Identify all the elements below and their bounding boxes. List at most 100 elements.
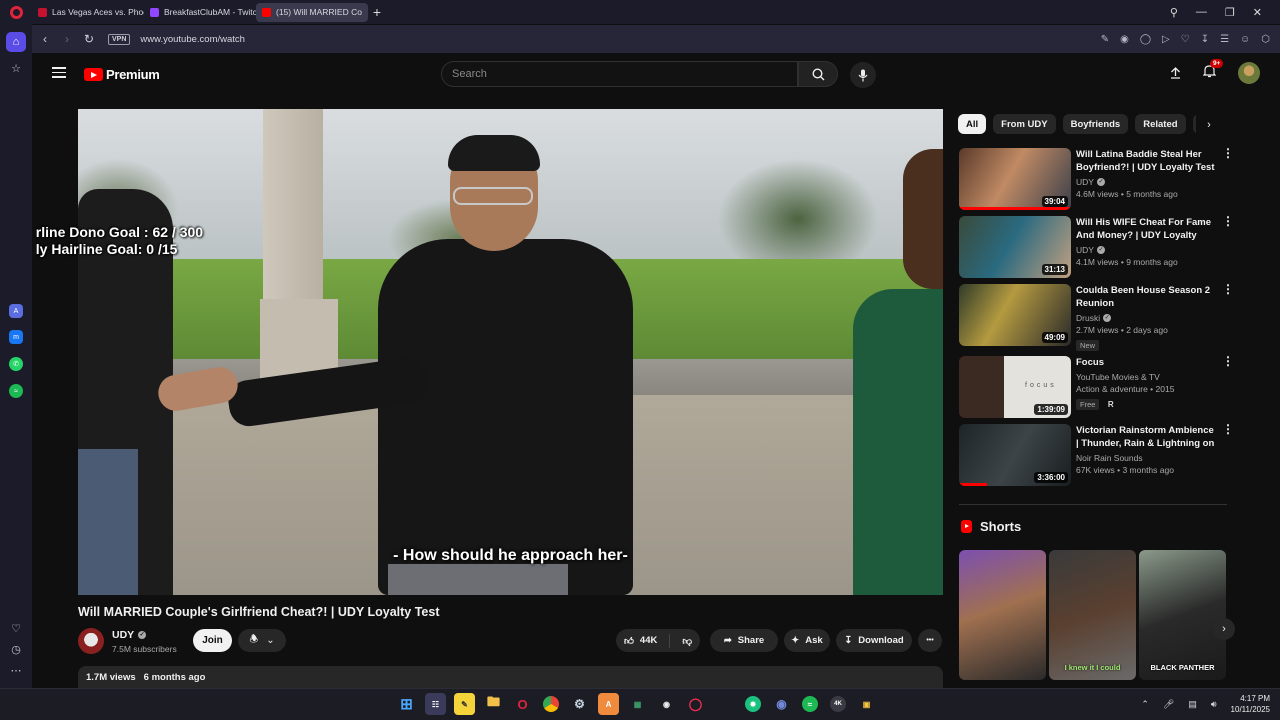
profile-icon[interactable]: ☺	[1240, 34, 1250, 45]
more-vert-icon[interactable]: ⋮	[1222, 283, 1234, 295]
shield-icon[interactable]: ◯	[1140, 34, 1151, 45]
youtube-logo[interactable]: Premium	[84, 67, 160, 82]
chip-all[interactable]: All	[958, 114, 987, 134]
recommendation-item[interactable]: 3:36:00 Victorian Rainstorm Ambience | T…	[959, 423, 1234, 486]
camera-icon[interactable]: ◉	[1120, 34, 1129, 45]
home-icon[interactable]: ⌂	[6, 32, 26, 52]
steam-icon[interactable]: ⚙	[569, 693, 590, 715]
short-item[interactable]: I knew it I could	[1049, 550, 1136, 680]
windows-start-icon[interactable]: ⊞	[396, 693, 417, 715]
forward-icon[interactable]: ›	[56, 28, 78, 50]
minimize-icon[interactable]: —	[1196, 6, 1207, 18]
join-button[interactable]: Join	[193, 629, 232, 652]
spotify-icon[interactable]: ≈	[802, 696, 818, 712]
reload-icon[interactable]: ↻	[78, 28, 100, 50]
video-thumbnail[interactable]: 39:04	[959, 148, 1071, 210]
blank-app-icon[interactable]	[714, 693, 735, 715]
heart-icon[interactable]: ♡	[6, 618, 26, 638]
share-button[interactable]: ➦ Share	[710, 629, 778, 652]
video-thumbnail[interactable]: focus 1:39:09	[959, 356, 1071, 418]
star-icon[interactable]: ☆	[6, 58, 26, 78]
more-vert-icon[interactable]: ⋮	[1222, 215, 1234, 227]
microphone-icon[interactable]: 🎤︎	[1163, 699, 1174, 710]
task-view-icon[interactable]: ☷	[425, 693, 446, 715]
short-item[interactable]	[959, 550, 1046, 680]
tab-twitch[interactable]: BreakfastClubAM - Twitch	[144, 3, 256, 22]
url-field[interactable]: www.youtube.com/watch	[140, 34, 245, 45]
messenger-icon[interactable]: m	[9, 330, 23, 344]
opera-icon[interactable]: O	[512, 693, 533, 715]
recommendation-item[interactable]: 39:04 Will Latina Baddie Steal Her Boyfr…	[959, 147, 1234, 210]
app-icon[interactable]: A	[598, 693, 619, 715]
tab-youtube[interactable]: (15) Will MARRIED Co	[256, 2, 368, 22]
aria-icon[interactable]: A	[9, 304, 23, 318]
chip-from-udy[interactable]: From UDY	[993, 114, 1056, 134]
github-icon[interactable]: ◉	[656, 693, 677, 715]
more-actions-button[interactable]: •••	[918, 629, 942, 652]
channel-name[interactable]: UDY ✓	[112, 629, 147, 641]
play-icon[interactable]: ▷	[1162, 34, 1170, 45]
video-thumbnail[interactable]: 31:13	[959, 216, 1071, 278]
chatgpt-icon[interactable]: ✸	[745, 696, 761, 712]
chip-partial[interactable]: Fo	[1192, 114, 1196, 134]
account-avatar[interactable]	[1238, 62, 1260, 84]
opera-gx-icon[interactable]: ◯	[685, 693, 706, 715]
channel-avatar[interactable]	[78, 628, 104, 654]
spreadsheet-icon[interactable]: ▦	[627, 693, 648, 715]
file-explorer-icon[interactable]: 🖿︎	[483, 693, 504, 715]
video-thumbnail[interactable]: 3:36:00	[959, 424, 1071, 486]
maximize-icon[interactable]: ❐	[1225, 6, 1235, 19]
heart-icon[interactable]: ♡	[1181, 34, 1190, 45]
chip-boyfriends[interactable]: Boyfriends	[1062, 114, 1129, 134]
video-thumbnail[interactable]: 49:09	[959, 284, 1071, 346]
stream-goal-overlay: Hairline Dono Goal : 62 / 300 Daily Hair…	[36, 224, 203, 258]
download-button[interactable]: ↧ Download	[836, 629, 912, 652]
notifications-button[interactable]: 9+	[1202, 58, 1224, 83]
tab-aces[interactable]: Las Vegas Aces vs. Phoen	[32, 3, 144, 22]
speaker-icon[interactable]: 🔊︎	[1211, 699, 1217, 710]
search-button[interactable]	[798, 61, 838, 87]
ask-button[interactable]: ✦ Ask	[784, 629, 830, 652]
more-icon[interactable]: ⋯	[6, 660, 26, 680]
menu-icon[interactable]: ☰	[1220, 34, 1229, 45]
chip-related[interactable]: Related	[1135, 114, 1186, 134]
extensions-icon[interactable]: ⬡	[1261, 34, 1270, 45]
4k-app-icon[interactable]: 4K	[830, 696, 846, 712]
dislike-button[interactable]: 👎︎	[682, 635, 692, 647]
chevron-up-icon[interactable]: ⌃	[1141, 699, 1149, 710]
opera-menu-icon[interactable]	[0, 0, 32, 24]
back-icon[interactable]: ‹	[34, 28, 56, 50]
history-icon[interactable]: ◷	[6, 639, 26, 659]
video-player[interactable]: - How should he approach her-	[78, 109, 943, 595]
new-tab-button[interactable]: +	[368, 3, 386, 21]
whatsapp-icon[interactable]: ✆	[9, 357, 23, 371]
sticky-notes-icon[interactable]: ✎	[454, 693, 475, 715]
vpn-badge[interactable]: VPN	[108, 33, 131, 45]
recommendation-item[interactable]: focus 1:39:09 Focus YouTube Movies & TV …	[959, 355, 1234, 418]
edit-icon[interactable]: ✎	[1101, 34, 1109, 45]
voice-search-button[interactable]	[850, 62, 876, 88]
more-vert-icon[interactable]: ⋮	[1222, 355, 1234, 367]
subscription-bell-button[interactable]: 🕭 ⌄	[238, 629, 286, 652]
hamburger-menu-icon[interactable]	[52, 67, 66, 78]
description-box[interactable]: 1.7M views 6 months ago	[78, 666, 943, 688]
short-item[interactable]: BLACK PANTHER	[1139, 550, 1226, 680]
upload-icon[interactable]	[1170, 67, 1181, 79]
more-vert-icon[interactable]: ⋮	[1222, 423, 1234, 435]
chevron-right-icon[interactable]: ›	[1213, 618, 1235, 640]
chevron-right-icon[interactable]: ›	[1200, 116, 1218, 134]
close-icon[interactable]: ✕	[1253, 6, 1262, 19]
search-tabs-icon[interactable]: ⚲	[1170, 6, 1178, 19]
app-icon[interactable]: ▣	[856, 693, 877, 715]
search-input[interactable]: Search	[441, 61, 798, 87]
chrome-icon[interactable]	[543, 696, 559, 712]
clock[interactable]: 4:17 PM 10/11/2025	[1231, 693, 1270, 715]
network-icon[interactable]: ▤	[1188, 699, 1197, 710]
discord-icon[interactable]: ◉	[771, 693, 792, 715]
spotify-icon[interactable]: ≈	[9, 384, 23, 398]
more-vert-icon[interactable]: ⋮	[1222, 147, 1234, 159]
download-icon[interactable]: ↧	[1201, 34, 1209, 45]
recommendation-item[interactable]: 31:13 Will His WIFE Cheat For Fame And M…	[959, 215, 1234, 278]
recommendation-item[interactable]: 49:09 Coulda Been House Season 2 Reunion…	[959, 283, 1234, 351]
like-button[interactable]: 👍︎ 44K	[624, 635, 657, 647]
